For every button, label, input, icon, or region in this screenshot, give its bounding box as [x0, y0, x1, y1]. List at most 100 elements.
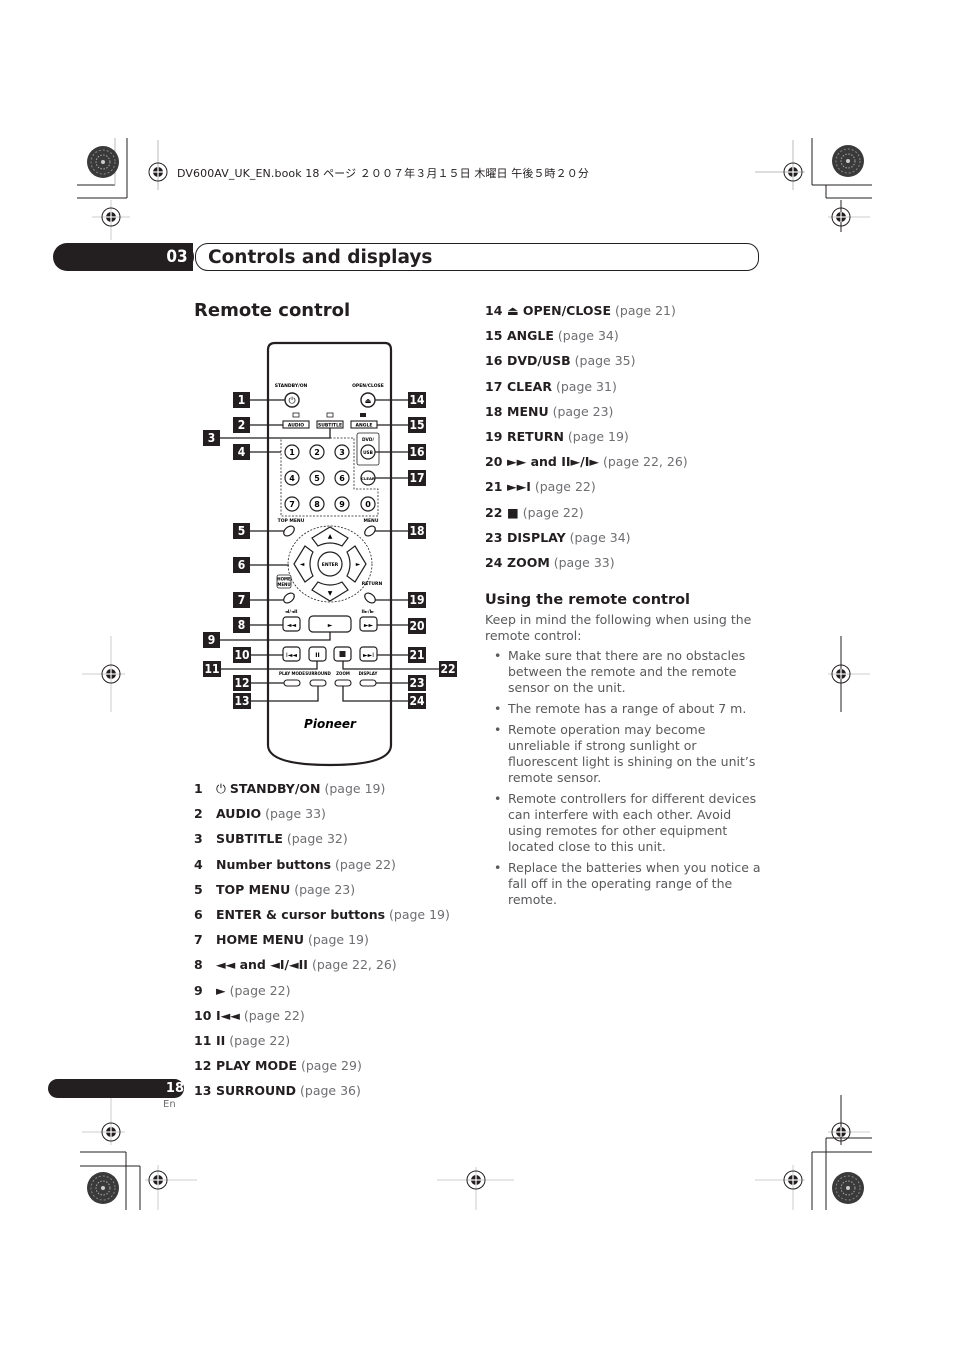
list-item: 12 PLAY MODE (page 29)	[194, 1053, 450, 1078]
standby-label: STANDBY/ON	[275, 383, 308, 389]
svg-text:◄◄: ◄◄	[287, 622, 297, 629]
callout-11: 11	[203, 661, 221, 677]
item-number: 13	[194, 1083, 212, 1099]
svg-text:ENTER: ENTER	[322, 562, 339, 568]
item-page-ref: (page 31)	[555, 378, 617, 394]
list-item: 17 CLEAR (page 31)	[485, 374, 688, 399]
callout-17: 17	[408, 470, 426, 486]
callout-12: 12	[233, 675, 251, 691]
open-close-label: OPEN/CLOSE	[352, 383, 384, 389]
item-number: 12	[194, 1058, 212, 1074]
callout-24: 24	[408, 693, 426, 709]
list-item: 19 RETURN (page 19)	[485, 424, 688, 449]
number-button-label: 8	[314, 500, 320, 509]
list-item: 8 ◄◄ and ◄I/◄II (page 22, 26)	[194, 952, 450, 977]
list-item: 9 ► (page 22)	[194, 978, 450, 1003]
callout-23: 23	[408, 675, 426, 691]
item-label: TOP MENU	[216, 881, 291, 897]
list-item: 14 ⏏ OPEN/CLOSE (page 21)	[485, 298, 688, 323]
item-number: 24	[485, 555, 503, 571]
item-number: 14	[485, 303, 503, 318]
callout-5: 5	[233, 523, 250, 539]
callout-16: 16	[408, 444, 426, 460]
item-label: ENTER & cursor buttons	[216, 907, 386, 923]
item-number: 21	[485, 479, 503, 495]
item-page-ref: (page 34)	[569, 529, 631, 545]
item-page-ref: (page 22)	[522, 504, 584, 520]
list-item: 2 AUDIO (page 33)	[194, 801, 450, 826]
item-page-ref: (page 36)	[300, 1083, 361, 1099]
list-item: 15 ANGLE (page 34)	[485, 323, 688, 348]
list-item: 18 MENU (page 23)	[485, 399, 688, 424]
angle-icon	[360, 413, 366, 417]
color-target-icon	[86, 1171, 120, 1205]
item-number: 15	[485, 328, 503, 344]
item-number: 4	[194, 856, 203, 872]
pioneer-logo: Pioneer	[304, 717, 357, 731]
callout-4: 4	[233, 444, 250, 460]
item-number: 6	[194, 907, 203, 923]
eject-icon: ⏏	[365, 397, 372, 405]
color-target-icon	[831, 144, 865, 178]
item-label: Number buttons	[216, 856, 332, 872]
item-page-ref: (page 23)	[294, 881, 356, 897]
svg-text:RETURN: RETURN	[362, 581, 383, 587]
list-item: 22 ■ (page 22)	[485, 500, 688, 525]
item-number: 5	[194, 881, 203, 897]
svg-text:I◄◄: I◄◄	[286, 652, 297, 659]
item-page-ref: (page 22, 26)	[311, 957, 397, 973]
number-button-label: 0	[365, 500, 371, 509]
list-item: 7 HOME MENU (page 19)	[194, 927, 450, 952]
number-button-label: 6	[339, 474, 345, 483]
item-page-ref: (page 22)	[229, 1033, 291, 1049]
callout-20: 20	[408, 618, 426, 634]
callout-10: 10	[233, 647, 251, 663]
item-page-ref: (page 19)	[567, 429, 629, 445]
list-item: 5 TOP MENU (page 23)	[194, 877, 450, 902]
svg-text:◄: ◄	[300, 561, 305, 568]
item-label: I◄◄	[216, 1007, 240, 1023]
item-number: 23	[485, 529, 503, 545]
item-label: ►► and II►/I►	[507, 454, 599, 470]
list-item: 10 I◄◄ (page 22)	[194, 1003, 450, 1028]
item-number: 20	[485, 454, 503, 470]
svg-text:►►: ►►	[364, 622, 374, 629]
power-icon: ⏻	[216, 781, 226, 796]
chapter-number: 03	[160, 243, 194, 271]
list-item: 3 SUBTITLE (page 32)	[194, 826, 450, 851]
svg-text:◄I/◄II: ◄I/◄II	[285, 609, 298, 615]
svg-text:TOP MENU: TOP MENU	[278, 518, 305, 524]
item-label: DVD/USB	[507, 353, 571, 369]
item-page-ref: (page 34)	[557, 328, 619, 344]
item-page-ref: (page 23)	[552, 403, 614, 419]
bullet-item: Remote controllers for different devices…	[485, 791, 765, 855]
item-label: RETURN	[507, 429, 564, 445]
item-page-ref: (page 19)	[324, 781, 386, 796]
callout-21: 21	[408, 647, 426, 663]
callout-9: 9	[203, 632, 220, 648]
print-header: DV600AV_UK_EN.book 18 ページ ２００７年３月１５日 木曜日…	[177, 167, 589, 180]
bullet-item: The remote has a range of about 7 m.	[485, 701, 765, 717]
surround-button	[309, 679, 327, 687]
callout-3: 3	[203, 430, 220, 446]
list-item: 23 DISPLAY (page 34)	[485, 525, 688, 550]
chapter-title: Controls and displays	[208, 247, 433, 268]
list-item: 11 II (page 22)	[194, 1028, 450, 1053]
item-page-ref: (page 32)	[286, 831, 348, 847]
svg-text:►►I: ►►I	[363, 652, 374, 659]
svg-text:SURROUND: SURROUND	[305, 671, 331, 676]
bullet-item: Remote operation may become unreliable i…	[485, 722, 765, 786]
item-page-ref: (page 29)	[300, 1058, 362, 1074]
item-label: CLEAR	[507, 378, 552, 394]
svg-text:SUBTITLE: SUBTITLE	[318, 423, 342, 429]
using-intro: Keep in mind the following when using th…	[485, 612, 752, 643]
using-bullets: Make sure that there are no obstacles be…	[485, 648, 765, 913]
item-number: 3	[194, 831, 203, 847]
item-page-ref: (page 35)	[574, 353, 636, 369]
item-number: 9	[194, 982, 203, 998]
item-label: ►►I	[507, 479, 531, 495]
color-target-icon	[86, 145, 120, 179]
item-label: SUBTITLE	[216, 831, 283, 847]
svg-text:DVD/: DVD/	[362, 437, 374, 443]
item-number: 11	[194, 1033, 212, 1049]
